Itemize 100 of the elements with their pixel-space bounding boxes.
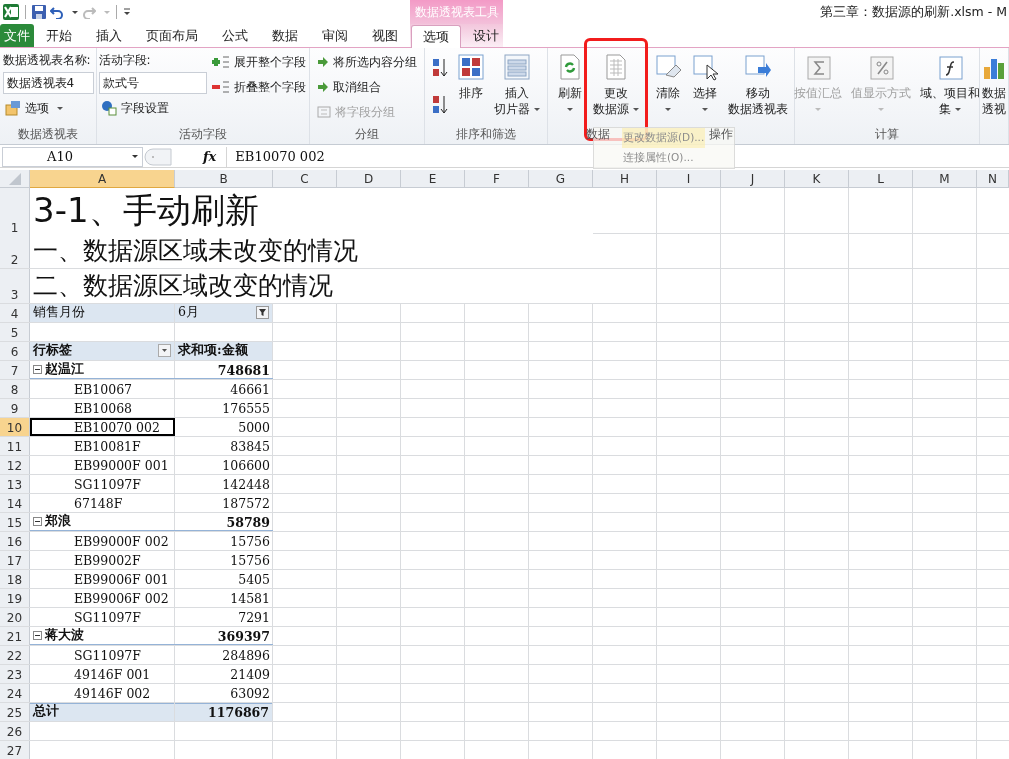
column-header[interactable]: E (401, 170, 465, 188)
sum-icon (804, 53, 832, 81)
row-number[interactable]: 6 (0, 342, 30, 360)
ribbon-button[interactable]: 选择 (688, 51, 722, 119)
ribbon-tab[interactable]: 数据 (260, 25, 310, 47)
ribbon-tab[interactable]: 设计 (461, 25, 511, 47)
item-name: EB99006F 001 (73, 571, 170, 588)
row-number[interactable]: 27 (0, 741, 30, 759)
row-number[interactable]: 23 (0, 665, 30, 683)
ribbon-button[interactable]: 域、项目和 集 (917, 51, 983, 119)
group-name: 蒋大波 (45, 627, 84, 644)
column-header[interactable]: J (721, 170, 785, 188)
item-value: 15756 (229, 533, 271, 550)
row-number[interactable]: 12 (0, 456, 30, 474)
row-number[interactable]: 10 (0, 418, 30, 436)
ribbon-tab[interactable]: 审阅 (310, 25, 360, 47)
ribbon-button[interactable]: 清除 (651, 51, 685, 119)
dropdown-icon[interactable] (158, 344, 171, 357)
customize-toolbar-icon[interactable] (123, 8, 131, 16)
row-number[interactable]: 13 (0, 475, 30, 493)
column-header[interactable]: L (849, 170, 913, 188)
item-name: SG11097F (73, 609, 142, 626)
ribbon-button[interactable]: 移动 数据透视表 (725, 51, 791, 119)
row-number[interactable]: 15 (0, 513, 30, 531)
column-header[interactable]: C (273, 170, 337, 188)
values-header: 求和项:金额 (175, 342, 273, 360)
ribbon-button[interactable]: 刷新 (553, 51, 587, 119)
options-icon (4, 100, 21, 116)
column-header[interactable]: B (175, 170, 273, 188)
ribbon-button[interactable]: 字段设置 (98, 97, 171, 119)
row-number[interactable]: 19 (0, 589, 30, 607)
row-number[interactable]: 9 (0, 399, 30, 417)
sheet-heading: 二、数据源区域改变的情况 (30, 269, 593, 303)
column-header[interactable]: A (30, 170, 175, 188)
filter-icon[interactable] (256, 306, 269, 319)
group-total: 369397 (175, 627, 273, 645)
row-number[interactable]: 21 (0, 627, 30, 645)
input-field[interactable]: 款式号 (98, 72, 207, 94)
row-number[interactable]: 7 (0, 361, 30, 379)
undo-icon[interactable] (50, 5, 64, 19)
filter-value: 6月 (178, 304, 199, 321)
collapse-icon[interactable] (33, 365, 42, 374)
file-tab[interactable]: 文件 (0, 24, 34, 47)
ribbon-tab[interactable]: 视图 (360, 25, 410, 47)
ribbon-tab[interactable]: 插入 (84, 25, 134, 47)
row-number[interactable]: 8 (0, 380, 30, 398)
row-number[interactable]: 11 (0, 437, 30, 455)
ribbon-tab[interactable]: 页面布局 (134, 25, 210, 47)
column-header[interactable]: N (977, 170, 1009, 188)
ribbon-tab[interactable]: 选项 (411, 25, 461, 48)
ribbon-button[interactable]: 折叠整个字段 (209, 76, 308, 98)
ribbon-button[interactable]: 更改 数据源 (590, 51, 642, 119)
ribbon-button[interactable]: 选项 (2, 97, 65, 119)
group-label: 排序和筛选 (456, 126, 516, 143)
item-value: 15756 (229, 552, 271, 569)
row-number[interactable]: 14 (0, 494, 30, 512)
row-number[interactable]: 25 (0, 703, 30, 721)
column-header[interactable]: G (529, 170, 593, 188)
row-number[interactable]: 22 (0, 646, 30, 664)
item-name: EB99002F (73, 552, 142, 569)
insert-function-button[interactable]: fx (203, 149, 217, 164)
row-number[interactable]: 20 (0, 608, 30, 626)
collapse-icon[interactable] (33, 517, 42, 526)
column-header[interactable]: F (465, 170, 529, 188)
ribbon-tab[interactable]: 公式 (210, 25, 260, 47)
eraser-icon (654, 53, 682, 81)
ribbon-button[interactable]: 排序 (454, 51, 488, 103)
column-header[interactable]: K (785, 170, 849, 188)
caret-icon (131, 155, 138, 158)
item-name: 49146F 002 (73, 685, 152, 702)
row-number[interactable]: 17 (0, 551, 30, 569)
row-number[interactable]: 1 (0, 188, 30, 236)
collapse-icon[interactable] (33, 631, 42, 640)
row-number[interactable]: 2 (0, 234, 30, 268)
row-number[interactable]: 18 (0, 570, 30, 588)
row-number[interactable]: 24 (0, 684, 30, 702)
ribbon-tab[interactable]: 开始 (34, 25, 84, 47)
row-number[interactable]: 26 (0, 722, 30, 740)
item-value: 46661 (229, 381, 271, 398)
ribbon-button[interactable]: 取消组合 (315, 76, 383, 98)
save-icon[interactable] (32, 5, 46, 19)
row-number[interactable]: 16 (0, 532, 30, 550)
column-header[interactable]: I (657, 170, 721, 188)
item-value: 5405 (237, 571, 271, 588)
column-header[interactable]: D (337, 170, 401, 188)
row-number[interactable]: 3 (0, 269, 30, 303)
item-value: 106600 (221, 457, 271, 474)
ribbon-button[interactable]: 将所选内容分组 (315, 51, 419, 73)
spreadsheet-logo-icon (3, 4, 19, 20)
input-field[interactable]: 数据透视表4 (2, 72, 94, 94)
ribbon-button[interactable]: 展开整个字段 (209, 51, 308, 73)
item-value: 14581 (229, 590, 271, 607)
slicer-icon (503, 53, 531, 81)
column-header[interactable]: M (913, 170, 977, 188)
divider-handle-icon[interactable] (143, 146, 173, 167)
column-header[interactable]: H (593, 170, 657, 188)
row-number[interactable]: 4 (0, 304, 30, 322)
ribbon-button[interactable]: 插入 切片器 (491, 51, 543, 119)
name-box[interactable]: A10 (2, 146, 143, 167)
row-number[interactable]: 5 (0, 323, 30, 341)
